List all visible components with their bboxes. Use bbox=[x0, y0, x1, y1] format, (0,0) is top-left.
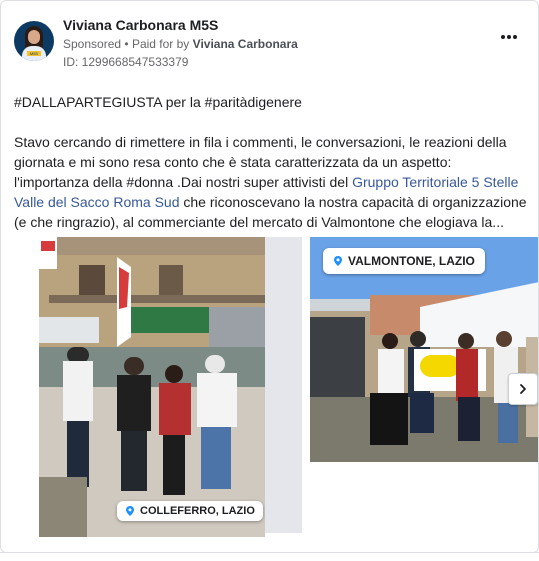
location-pin-icon bbox=[126, 506, 134, 516]
separator-dot: • bbox=[124, 37, 132, 51]
sponsored-label: Sponsored bbox=[63, 37, 122, 51]
photo-carousel: COLLEFERRO, LAZIO VALMONTONE, LAZIO bbox=[1, 237, 538, 537]
paid-for-prefix: Paid for by bbox=[131, 37, 190, 51]
dot bbox=[513, 35, 517, 39]
more-options-icon[interactable] bbox=[497, 29, 521, 45]
photo-valmontone[interactable]: VALMONTONE, LAZIO bbox=[310, 237, 538, 462]
paid-for-name: Viviana Carbonara bbox=[192, 37, 298, 51]
avatar[interactable]: M5S bbox=[14, 21, 54, 61]
photo-colleferro[interactable]: COLLEFERRO, LAZIO bbox=[39, 237, 265, 537]
hashtag[interactable]: #paritàdigenere bbox=[205, 94, 302, 110]
post-headline: #DALLAPARTEGIUSTA per la #paritàdigenere bbox=[14, 94, 302, 110]
location-text: COLLEFERRO, LAZIO bbox=[140, 505, 255, 517]
ad-post-card: M5S Viviana Carbonara M5S Sponsored • Pa… bbox=[0, 0, 539, 553]
dot bbox=[501, 35, 505, 39]
carousel-gap bbox=[265, 237, 302, 533]
avatar-badge: M5S bbox=[27, 51, 41, 56]
bottom-divider bbox=[0, 552, 539, 553]
sponsor-line: Sponsored • Paid for by Viviana Carbonar… bbox=[63, 37, 298, 51]
location-label-colleferro: COLLEFERRO, LAZIO bbox=[117, 501, 263, 521]
hashtag[interactable]: #DALLAPARTEGIUSTA bbox=[14, 94, 162, 110]
hashtag[interactable]: #donna bbox=[126, 174, 173, 190]
ad-id: ID: 1299668547533379 bbox=[63, 55, 189, 69]
carousel-next-button[interactable] bbox=[508, 373, 538, 405]
post-body: Stavo cercando di rimettere in fila i co… bbox=[14, 134, 527, 230]
location-pin-icon bbox=[334, 256, 342, 266]
author-name[interactable]: Viviana Carbonara M5S bbox=[63, 17, 218, 33]
chevron-right-icon bbox=[520, 384, 526, 394]
photo-colleferro-image bbox=[39, 237, 265, 537]
location-label-valmontone: VALMONTONE, LAZIO bbox=[323, 248, 485, 274]
post-header: M5S Viviana Carbonara M5S Sponsored • Pa… bbox=[13, 17, 528, 69]
location-text: VALMONTONE, LAZIO bbox=[348, 254, 475, 268]
post-text: #DALLAPARTEGIUSTA per la #paritàdigenere… bbox=[14, 92, 529, 252]
dot bbox=[507, 35, 511, 39]
avatar-face bbox=[28, 30, 40, 44]
